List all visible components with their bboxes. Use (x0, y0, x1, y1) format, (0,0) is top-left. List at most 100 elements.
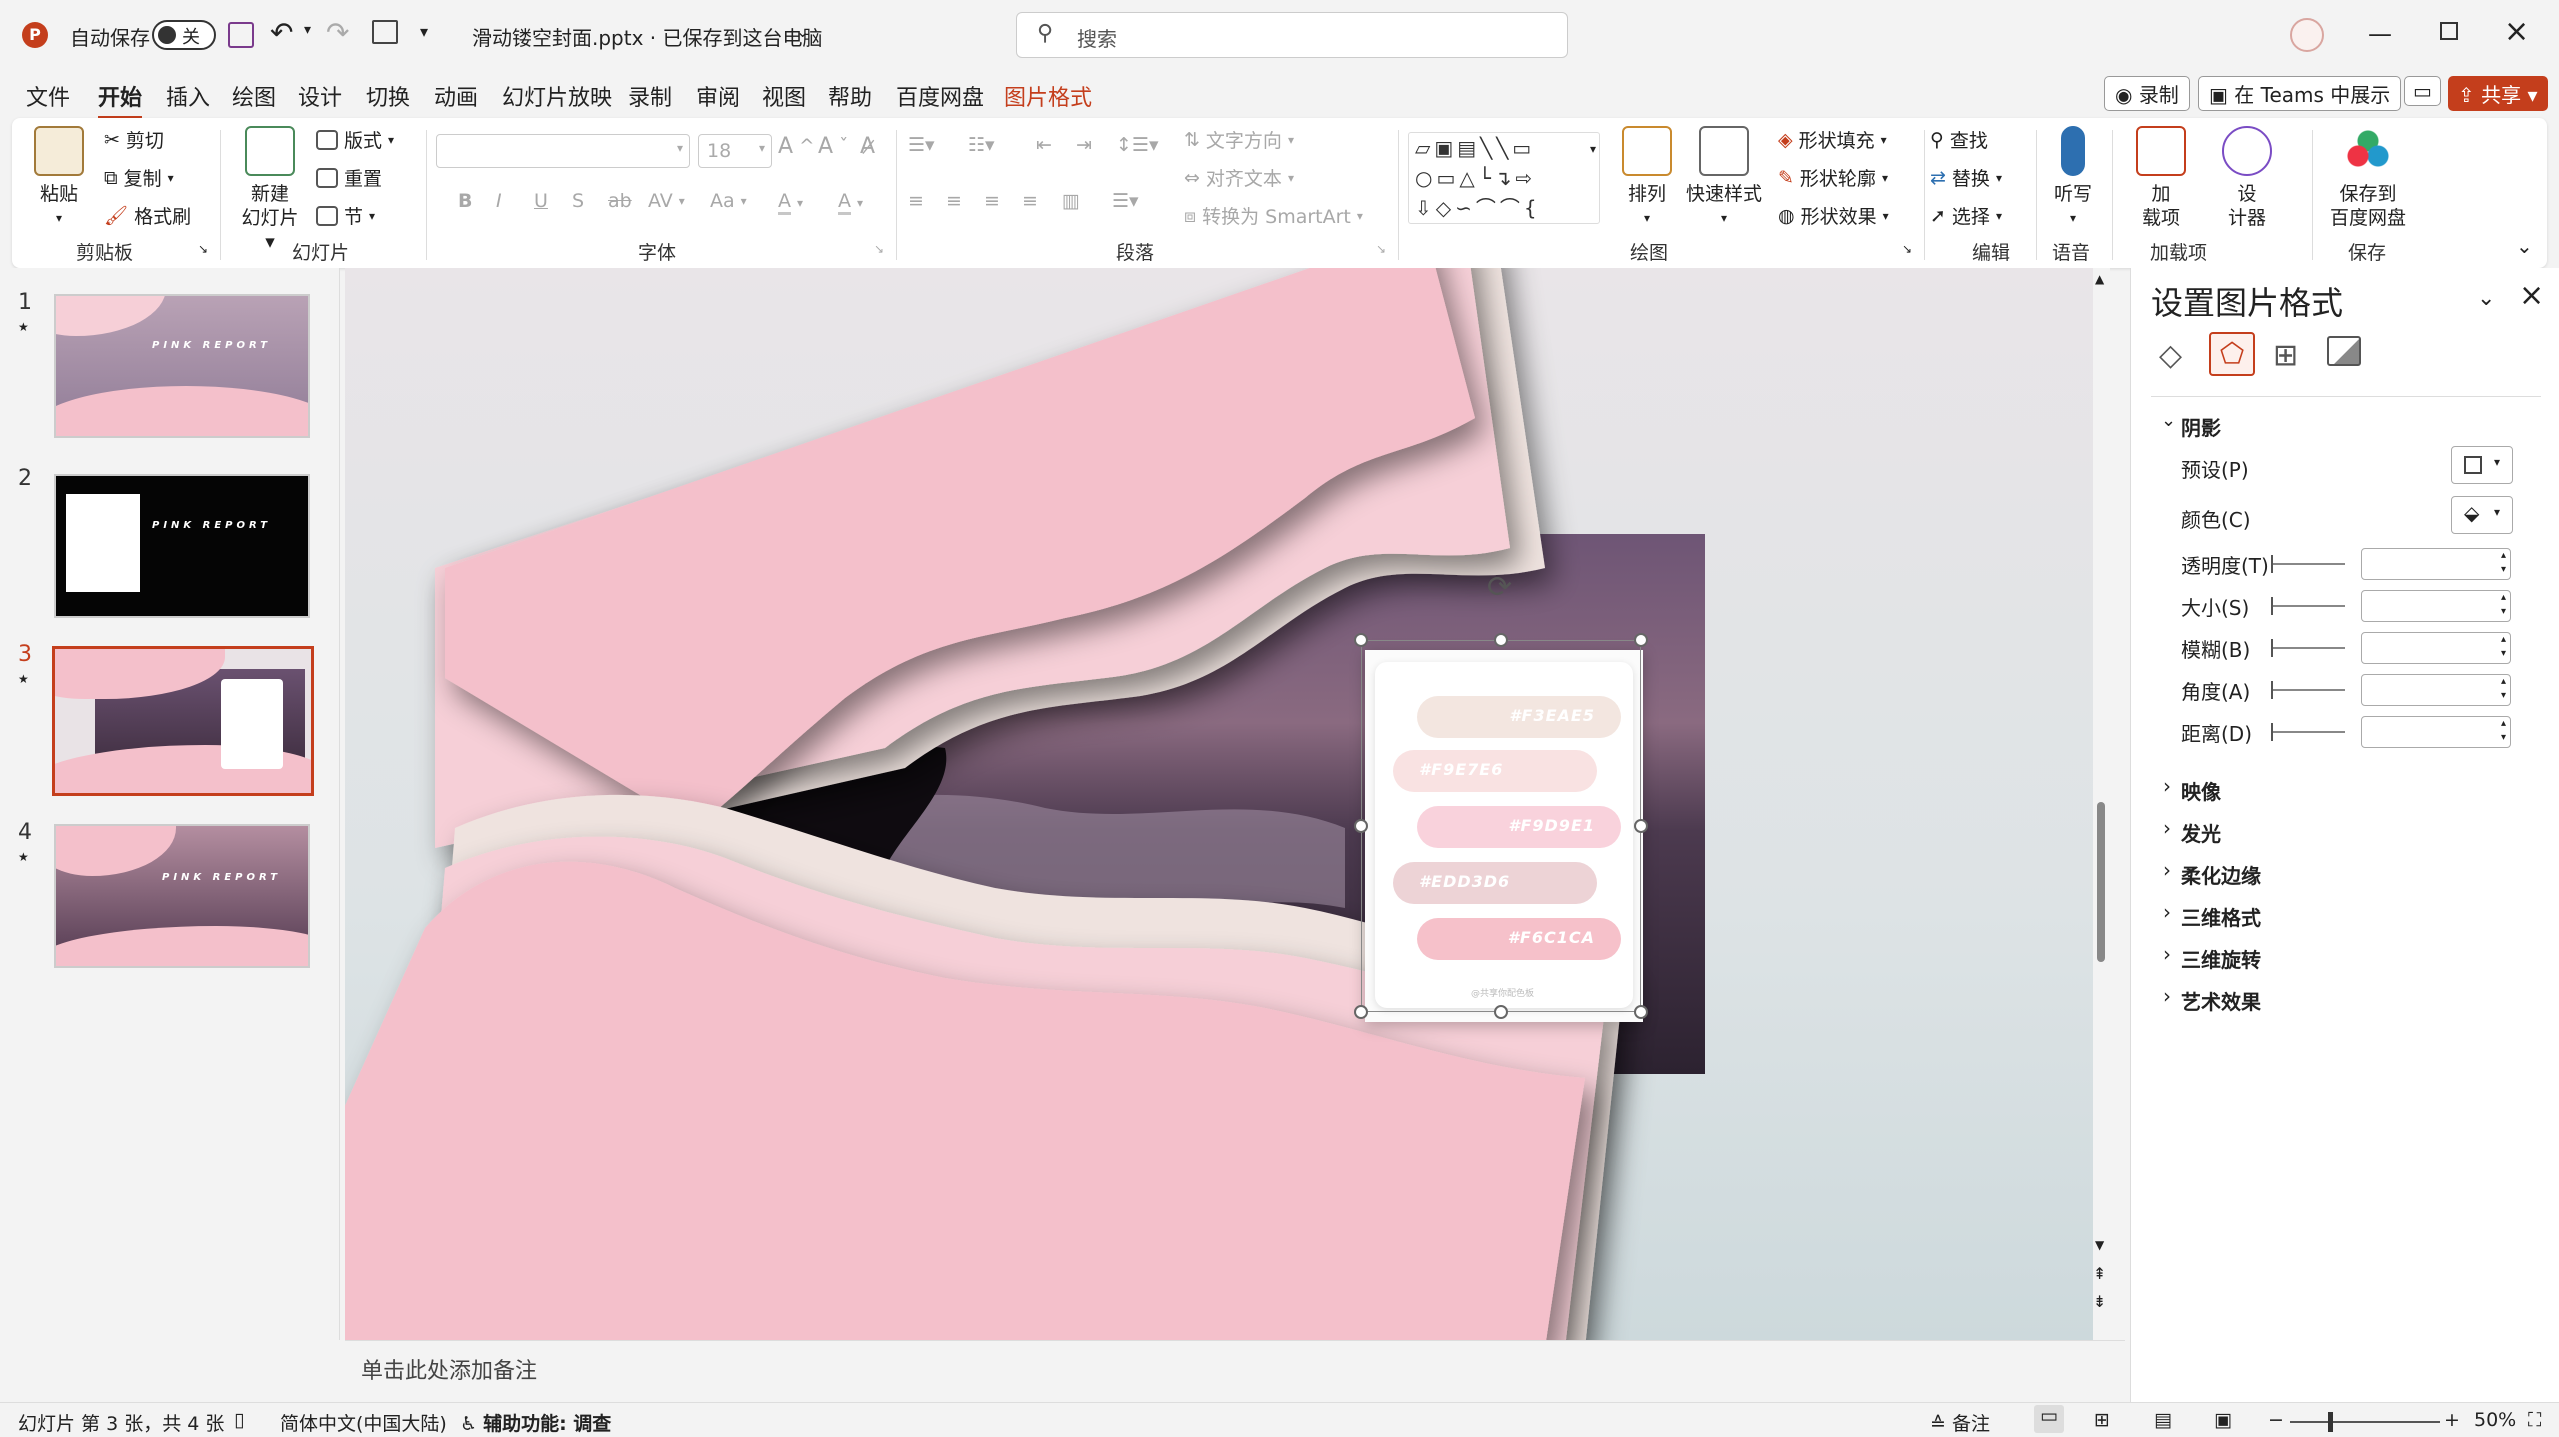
tab-picture-format[interactable]: 图片格式 (1004, 80, 1092, 112)
fit-to-window-icon[interactable]: ⛶ (2528, 1409, 2541, 1431)
clear-format-icon[interactable]: A̷ (860, 134, 875, 159)
save-icon[interactable] (228, 22, 254, 48)
resize-handle-n[interactable] (1494, 633, 1508, 647)
addins-button[interactable]: 加载项 (2136, 126, 2186, 230)
resize-handle-s[interactable] (1494, 1005, 1508, 1019)
shadow-section-header[interactable]: 阴影 (2181, 412, 2221, 441)
decrease-indent-icon[interactable]: ⇤ (1036, 134, 1052, 156)
align-right-icon[interactable]: ≡ (984, 190, 1000, 212)
collapse-ribbon-icon[interactable]: ⌄ (2516, 234, 2533, 258)
designer-button[interactable]: 设计器 (2222, 126, 2272, 230)
scroll-up-icon[interactable]: ▲ (2095, 272, 2104, 286)
fill-line-tab-icon[interactable]: ◇ (2159, 338, 2182, 373)
tab-animations[interactable]: 动画 (434, 80, 478, 112)
size-slider[interactable] (2271, 597, 2345, 615)
highlight-button[interactable]: A ▾ (778, 190, 803, 215)
teams-present-button[interactable]: ▣ 在 Teams 中展示 (2198, 76, 2402, 111)
user-avatar[interactable] (2290, 18, 2324, 52)
resize-handle-nw[interactable] (1354, 633, 1368, 647)
justify-icon[interactable]: ≡ (1022, 190, 1038, 212)
slide-sorter-icon[interactable]: ⊞ (2094, 1409, 2110, 1431)
paragraph-more-icon[interactable]: ☰▾ (1112, 190, 1139, 212)
font-name-combobox[interactable]: ▾ (436, 134, 690, 168)
paste-button[interactable]: 粘贴 ▾ (34, 126, 84, 230)
title-dropdown-icon[interactable]: ⌄ (796, 22, 809, 41)
3d-format-section[interactable]: 三维格式 (2163, 900, 2261, 931)
accessibility-status[interactable]: ♿ 辅助功能: 调查 (460, 1409, 611, 1436)
resize-handle-ne[interactable] (1634, 633, 1648, 647)
slide-thumbnail-1[interactable]: PINK REPORT (54, 294, 310, 438)
tab-record[interactable]: 录制 (628, 80, 672, 112)
distance-slider[interactable] (2271, 723, 2345, 741)
reset-button[interactable]: 重置 (316, 164, 382, 191)
tab-baidu[interactable]: 百度网盘 (896, 80, 984, 112)
italic-button[interactable]: I (496, 190, 502, 212)
tab-file[interactable]: 文件 (26, 80, 70, 112)
smartart-button[interactable]: ⧈ 转换为 SmartArt ▾ (1184, 202, 1363, 229)
redo-icon[interactable]: ↷ (326, 16, 349, 49)
resize-handle-e[interactable] (1634, 819, 1648, 833)
shrink-font-icon[interactable]: Aˇ (818, 134, 848, 159)
normal-view-icon[interactable]: ▭ (2034, 1405, 2064, 1433)
transparency-input[interactable]: ▴ ▾ (2361, 548, 2511, 580)
present-icon[interactable] (372, 20, 398, 44)
find-button[interactable]: ⚲ 查找 (1930, 126, 1988, 153)
scroll-down-icon[interactable]: ▼ (2095, 1238, 2104, 1252)
underline-button[interactable]: U (534, 190, 548, 212)
pane-options-icon[interactable]: ⌄ (2477, 286, 2495, 311)
slide-thumbnail-4[interactable]: PINK REPORT (54, 824, 310, 968)
slide-thumbnail-2[interactable]: PINK REPORT (54, 474, 310, 618)
tab-transitions[interactable]: 切换 (366, 80, 410, 112)
distance-input[interactable]: ▴ ▾ (2361, 716, 2511, 748)
tab-help[interactable]: 帮助 (828, 80, 872, 112)
resize-handle-w[interactable] (1354, 819, 1368, 833)
format-painter-button[interactable]: 🖌 格式刷 (104, 202, 191, 229)
clipboard-launcher-icon[interactable]: ↘ (198, 242, 208, 256)
close-window-icon[interactable]: × (2504, 14, 2529, 49)
blur-slider[interactable] (2271, 639, 2345, 657)
size-properties-tab-icon[interactable]: ⊞ (2273, 338, 2298, 373)
paragraph-launcher-icon[interactable]: ↘ (1376, 242, 1386, 256)
shadow-expand-icon[interactable]: ⌄ (2161, 410, 2176, 431)
zoom-slider-thumb[interactable] (2328, 1412, 2333, 1432)
next-slide-icon[interactable]: ⇟ (2093, 1292, 2106, 1311)
autosave-toggle[interactable]: 关 (152, 20, 216, 50)
strikethrough-button[interactable]: ab (608, 190, 632, 212)
resize-handle-sw[interactable] (1354, 1005, 1368, 1019)
share-button[interactable]: ⇪ 共享 ▾ (2448, 76, 2548, 111)
drawing-launcher-icon[interactable]: ↘ (1902, 242, 1912, 256)
slide-thumbnail-3[interactable] (52, 646, 314, 796)
size-input[interactable]: ▴ ▾ (2361, 590, 2511, 622)
bold-button[interactable]: B (458, 190, 472, 212)
restore-icon[interactable] (2440, 22, 2458, 40)
save-baidu-button[interactable]: 保存到 百度网盘 (2318, 126, 2418, 230)
reflection-section[interactable]: 映像 (2163, 774, 2221, 805)
font-size-combobox[interactable]: 18 ▾ (698, 134, 772, 168)
zoom-out-icon[interactable]: − (2268, 1409, 2284, 1431)
resize-handle-se[interactable] (1634, 1005, 1648, 1019)
zoom-level[interactable]: 50% (2474, 1409, 2516, 1431)
text-direction-button[interactable]: ⇅ 文字方向 ▾ (1184, 126, 1294, 153)
tab-review[interactable]: 审阅 (696, 80, 740, 112)
change-case-button[interactable]: Aa ▾ (710, 190, 747, 212)
minimize-icon[interactable]: — (2368, 20, 2392, 48)
artistic-effects-section[interactable]: 艺术效果 (2163, 984, 2261, 1015)
shapes-gallery-more-icon[interactable]: ▾ (1590, 142, 1596, 156)
layout-button[interactable]: 版式 ▾ (316, 126, 394, 153)
dictate-button[interactable]: 听写 ▾ (2048, 126, 2098, 230)
notes-pane[interactable]: 单击此处添加备注 (345, 1340, 2125, 1402)
slideshow-view-icon[interactable]: ▣ (2214, 1409, 2232, 1431)
align-text-button[interactable]: ⇔ 对齐文本 ▾ (1184, 164, 1294, 191)
increase-indent-icon[interactable]: ⇥ (1076, 134, 1092, 156)
canvas-scrollbar[interactable]: ▲ ▼ ⇞ ⇟ (2093, 268, 2110, 1340)
preset-dropdown[interactable]: ▾ (2451, 446, 2513, 484)
tab-slideshow[interactable]: 幻灯片放映 (502, 80, 612, 112)
font-launcher-icon[interactable]: ↘ (874, 242, 884, 256)
shape-effects-button[interactable]: ◍ 形状效果 ▾ (1778, 202, 1889, 229)
scroll-thumb[interactable] (2097, 802, 2105, 962)
effects-tab-icon[interactable]: ⬠ (2209, 332, 2255, 376)
columns-icon[interactable]: ▥ (1062, 190, 1080, 212)
cut-button[interactable]: ✂ 剪切 (104, 126, 164, 153)
shapes-gallery[interactable]: ▱▣▤╲╲▭ ○▭△└↴⇨ ⇩◇∽⌒⌒{ (1408, 132, 1600, 224)
record-button[interactable]: ◉ 录制 (2104, 76, 2190, 111)
